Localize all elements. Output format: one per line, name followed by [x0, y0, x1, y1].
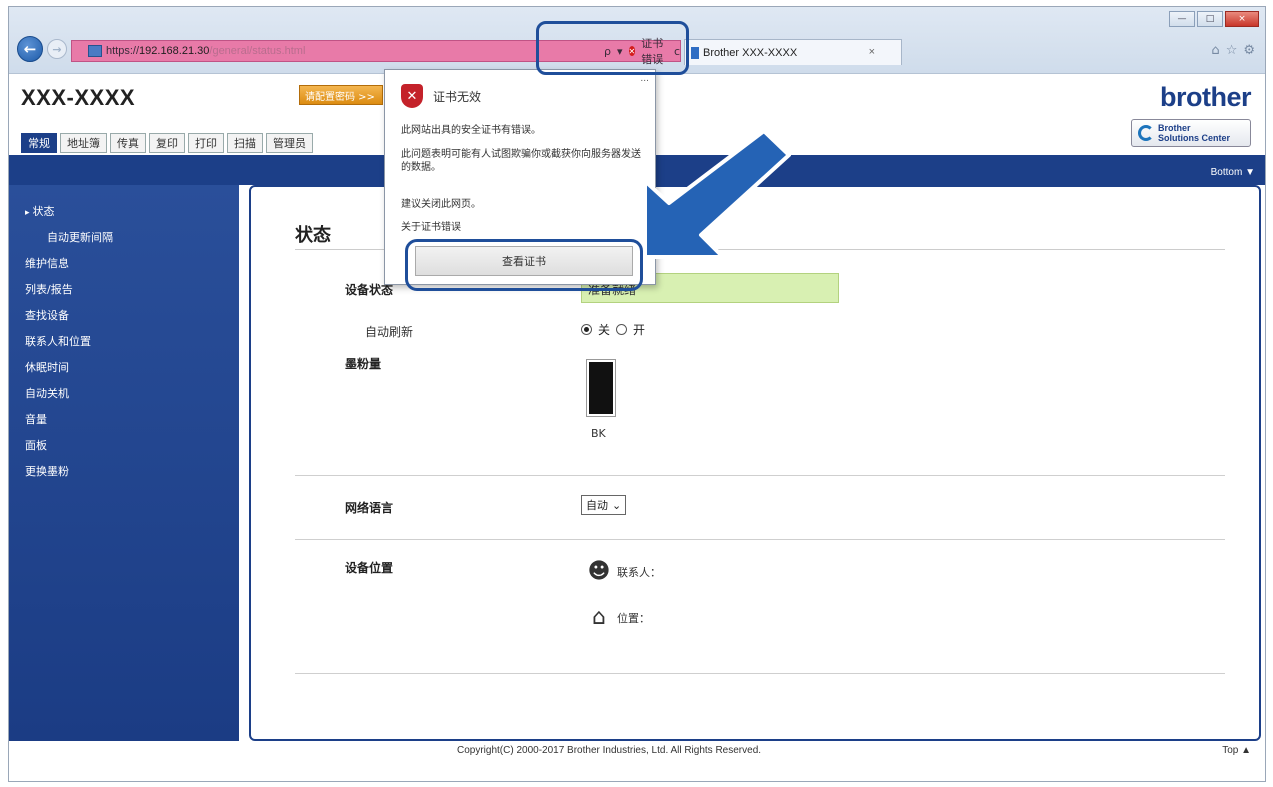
shield-error-icon: ✕: [401, 84, 423, 108]
auto-refresh-off-label: 关: [598, 323, 611, 337]
location-row: ⌂ 位置：: [587, 605, 650, 630]
toner-gauge: [586, 359, 616, 417]
bottom-link[interactable]: Bottom ▼: [1211, 167, 1255, 178]
tab-print[interactable]: 打印: [188, 133, 224, 153]
house-icon: ⌂: [592, 605, 606, 630]
toner-level-label: 墨粉量: [345, 357, 382, 371]
tab-copy[interactable]: 复印: [149, 133, 185, 153]
tab-title: Brother XXX-XXXX: [703, 46, 798, 59]
sidebar-item-panel[interactable]: 面板: [9, 433, 239, 459]
tab-fax[interactable]: 传真: [110, 133, 146, 153]
view-certificate-highlight: [405, 239, 643, 291]
favorites-icon[interactable]: ☆: [1226, 43, 1238, 58]
popup-text-3: 建议关闭此网页。: [401, 199, 481, 210]
solutions-center-button[interactable]: Brother Solutions Center: [1131, 119, 1251, 147]
sidebar-item-replace-toner[interactable]: 更换墨粉: [9, 459, 239, 485]
chevron-down-icon: ⌄: [612, 498, 622, 512]
sidebar-item-status[interactable]: 状态: [9, 199, 239, 225]
forward-arrow-icon: →: [52, 42, 62, 56]
address-url[interactable]: https://192.168.21.30/general/status.htm…: [106, 45, 305, 57]
tab-address-book[interactable]: 地址簿: [60, 133, 107, 153]
cert-error-highlight: [536, 21, 689, 75]
page-title: 状态: [295, 225, 331, 246]
web-language-label: 网络语言: [345, 501, 394, 515]
contact-label: 联系人：: [617, 565, 661, 579]
contact-row: ☻ 联系人：: [587, 559, 661, 584]
device-location-label: 设备位置: [345, 561, 394, 575]
person-icon: ☻: [587, 559, 611, 584]
pointer-arrow-icon: [643, 129, 791, 259]
sidebar-item-find-device[interactable]: 查找设备: [9, 303, 239, 329]
copyright-text: Copyright(C) 2000-2017 Brother Industrie…: [457, 745, 762, 756]
auto-refresh-on-radio[interactable]: [616, 324, 628, 335]
popup-text-1: 此网站出具的安全证书有错误。: [401, 125, 541, 136]
toner-gauge-fill: [589, 362, 613, 414]
model-name: XXX-XXXX: [21, 85, 136, 110]
popup-header: ✕ 证书无效: [401, 84, 481, 108]
brother-logo: brother: [1160, 82, 1252, 112]
url-scheme: https://: [106, 45, 140, 57]
forward-button[interactable]: →: [47, 39, 67, 59]
main-tabs: 常规 地址簿 传真 复印 打印 扫描 管理员: [21, 133, 313, 153]
section-divider: [295, 475, 1225, 476]
about-cert-errors-link[interactable]: 关于证书错误: [401, 218, 461, 233]
browser-icons: ⌂ ☆ ⚙: [1211, 43, 1255, 58]
url-host: 192.168.21.30: [139, 45, 210, 57]
window-controls: — □ ×: [1169, 11, 1259, 27]
browser-window: ← → https://192.168.21.30/general/status…: [8, 6, 1266, 782]
section-divider: [295, 673, 1225, 674]
back-button[interactable]: ←: [17, 36, 43, 62]
auto-refresh-label: 自动刷新: [365, 325, 414, 339]
sidebar-item-auto-refresh-interval[interactable]: 自动更新间隔: [9, 225, 239, 251]
close-window-button[interactable]: ×: [1225, 11, 1259, 27]
auto-refresh-off-radio[interactable]: [581, 324, 592, 335]
sidebar-item-auto-power-off[interactable]: 自动关机: [9, 381, 239, 407]
toner-color-label: BK: [591, 427, 606, 440]
solutions-center-label: Brother Solutions Center: [1158, 123, 1231, 143]
solutions-center-logo-icon: [1138, 125, 1154, 141]
web-language-value: 自动: [586, 499, 608, 512]
sidebar-item-contact-location[interactable]: 联系人和位置: [9, 329, 239, 355]
web-language-select[interactable]: 自动 ⌄: [581, 495, 627, 515]
popup-text-2: 此问题表明可能有人试图欺骗你或截获你向服务器发送的数据。: [401, 149, 641, 173]
sidebar-item-sleep-time[interactable]: 休眠时间: [9, 355, 239, 381]
configure-password-button[interactable]: 请配置密码 >>: [299, 85, 383, 105]
tab-administrator[interactable]: 管理员: [266, 133, 313, 153]
sidebar-item-maintenance[interactable]: 维护信息: [9, 251, 239, 277]
sidebar: 状态 自动更新间隔 维护信息 列表/报告 查找设备 联系人和位置 休眠时间 自动…: [9, 185, 239, 741]
auto-refresh-on-label: 开: [633, 323, 646, 337]
tab-general[interactable]: 常规: [21, 133, 57, 153]
tab-favicon-icon: [691, 46, 699, 59]
top-link[interactable]: Top ▲: [1222, 745, 1251, 756]
tab-scan[interactable]: 扫描: [227, 133, 263, 153]
home-icon[interactable]: ⌂: [1211, 43, 1219, 58]
maximize-button[interactable]: □: [1197, 11, 1223, 27]
page-favicon-icon: [88, 45, 102, 57]
popup-title: 证书无效: [433, 89, 482, 104]
section-divider: [295, 539, 1225, 540]
popup-more-icon[interactable]: ...: [640, 74, 649, 84]
minimize-button[interactable]: —: [1169, 11, 1195, 27]
url-path: /general/status.html: [209, 45, 306, 57]
auto-refresh-options: 关 开: [581, 321, 645, 338]
page-footer: Copyright(C) 2000-2017 Brother Industrie…: [9, 741, 1265, 763]
sidebar-item-lists-reports[interactable]: 列表/报告: [9, 277, 239, 303]
sidebar-item-volume[interactable]: 音量: [9, 407, 239, 433]
tab-close-icon[interactable]: ×: [869, 46, 875, 58]
tools-gear-icon[interactable]: ⚙: [1243, 43, 1255, 58]
location-field-label: 位置：: [617, 611, 650, 625]
browser-tab[interactable]: Brother XXX-XXXX ×: [684, 39, 902, 65]
back-arrow-icon: ←: [23, 40, 37, 58]
